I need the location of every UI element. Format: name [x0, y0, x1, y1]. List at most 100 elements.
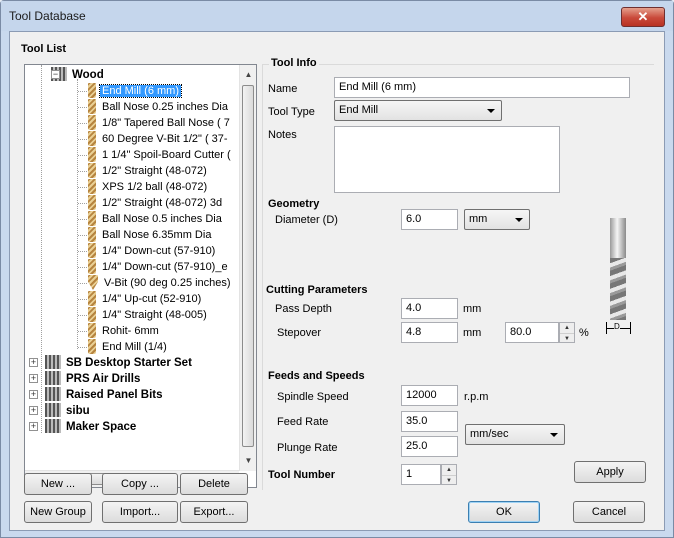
title-bar[interactable]: Tool Database ✕ — [1, 1, 673, 31]
router-bit-icon — [88, 179, 96, 194]
expand-icon[interactable]: + — [29, 422, 38, 431]
tree-guide-line — [78, 203, 87, 204]
geometry-units-select[interactable]: mm — [464, 209, 530, 230]
router-bit-icon — [88, 163, 96, 178]
expand-icon[interactable]: + — [29, 374, 38, 383]
tool-name-input[interactable]: End Mill (6 mm) — [334, 77, 630, 98]
tool-number-input[interactable]: 1 — [401, 464, 441, 485]
router-bit-icon — [88, 99, 96, 114]
tree-guide-line — [78, 155, 87, 156]
stepover-input[interactable]: 4.8 — [401, 322, 458, 343]
tool-group-icon — [45, 403, 61, 417]
tree-tool-item[interactable]: End Mill (1/4) — [88, 339, 169, 355]
tree-tool-label: 1/4" Down-cut (57-910)_e — [102, 261, 228, 273]
pass-depth-label: Pass Depth — [275, 303, 332, 315]
tree-group-item[interactable]: SB Desktop Starter Set — [45, 355, 194, 371]
router-bit-icon — [88, 83, 96, 98]
tree-group-item[interactable]: PRS Air Drills — [45, 371, 142, 387]
tree-group-label: Maker Space — [66, 421, 137, 433]
delete-tool-button[interactable]: Delete — [180, 473, 248, 495]
ok-button[interactable]: OK — [468, 501, 540, 523]
tree-guide-line — [78, 251, 87, 252]
stepover-percent-spinner[interactable]: ▲ ▼ — [559, 322, 575, 343]
diameter-input[interactable]: 6.0 — [401, 209, 458, 230]
tree-tool-item[interactable]: 1/4" Up-cut (52-910) — [88, 291, 203, 307]
tool-database-window: Tool Database ✕ Tool List Wood − End Mil… — [0, 0, 674, 538]
tree-tool-label: 1 1/4" Spoil-Board Cutter ( — [102, 149, 231, 161]
tree-tool-item[interactable]: 60 Degree V-Bit 1/2" ( 37- — [88, 131, 230, 147]
new-group-button[interactable]: New Group — [24, 501, 92, 523]
scrollbar-thumb[interactable] — [242, 85, 254, 447]
dialog-client-area: Tool List Wood − End Mill (6 mm) Ball Nos… — [9, 31, 665, 531]
apply-button[interactable]: Apply — [574, 461, 646, 483]
cutting-parameters-heading: Cutting Parameters — [266, 284, 368, 296]
tree-tool-item[interactable]: Ball Nose 6.35mm Dia — [88, 227, 213, 243]
tool-tree[interactable]: Wood − End Mill (6 mm) Ball Nose 0.25 inc… — [24, 64, 257, 488]
feed-rate-input[interactable]: 35.0 — [401, 411, 458, 432]
tree-guide-line — [78, 187, 87, 188]
tool-group-icon — [45, 371, 61, 385]
export-button[interactable]: Export... — [180, 501, 248, 523]
spin-up-icon[interactable]: ▲ — [560, 323, 574, 333]
tree-vertical-scrollbar[interactable]: ▲ ▼ — [239, 65, 256, 471]
tree-guide-line — [78, 139, 87, 140]
tree-group-label: PRS Air Drills — [66, 373, 141, 385]
copy-tool-button[interactable]: Copy ... — [102, 473, 178, 495]
router-bit-icon — [88, 243, 96, 258]
tree-group-item[interactable]: sibu — [45, 403, 92, 419]
end-mill-shank-icon — [610, 218, 626, 258]
tree-tool-item[interactable]: Ball Nose 0.5 inches Dia — [88, 211, 224, 227]
tree-group-label: Raised Panel Bits — [66, 389, 163, 401]
tree-tool-label: Ball Nose 6.35mm Dia — [102, 229, 212, 241]
expand-icon[interactable]: + — [29, 358, 38, 367]
spin-down-icon[interactable]: ▼ — [560, 333, 574, 343]
plunge-rate-label: Plunge Rate — [277, 442, 338, 454]
tree-tool-item[interactable]: Ball Nose 0.25 inches Dia — [88, 99, 230, 115]
tool-type-select[interactable]: End Mill — [334, 100, 502, 121]
feeds-speeds-heading: Feeds and Speeds — [268, 370, 365, 382]
tree-guide-line — [78, 171, 87, 172]
plunge-rate-input[interactable]: 25.0 — [401, 436, 458, 457]
collapse-icon[interactable]: − — [51, 70, 60, 79]
tree-tool-item[interactable]: Rohit- 6mm — [88, 323, 161, 339]
spindle-speed-input[interactable]: 12000 — [401, 385, 458, 406]
import-button[interactable]: Import... — [102, 501, 178, 523]
spin-down-icon[interactable]: ▼ — [442, 475, 456, 485]
chevron-down-icon — [550, 433, 558, 437]
feed-rate-label: Feed Rate — [277, 416, 329, 428]
pass-depth-input[interactable]: 4.0 — [401, 298, 458, 319]
tree-guide-line — [78, 219, 87, 220]
tree-guide-line — [78, 283, 87, 284]
tree-tool-item[interactable]: 1/4" Straight (48-005) — [88, 307, 209, 323]
tree-tool-item[interactable]: 1/4" Down-cut (57-910)_e — [88, 259, 230, 275]
expand-icon[interactable]: + — [29, 406, 38, 415]
diameter-label: Diameter (D) — [275, 214, 338, 226]
expand-icon[interactable]: + — [29, 390, 38, 399]
tree-tool-item[interactable]: 1 1/4" Spoil-Board Cutter ( — [88, 147, 233, 163]
tree-group-item[interactable]: Raised Panel Bits — [45, 387, 165, 403]
notes-textarea[interactable] — [334, 126, 560, 193]
tree-tool-label: 1/8" Tapered Ball Nose ( 7 — [102, 117, 230, 129]
tree-tool-item[interactable]: 1/8" Tapered Ball Nose ( 7 — [88, 115, 232, 131]
tool-number-spinner[interactable]: ▲ ▼ — [441, 464, 457, 485]
tree-tool-item[interactable]: XPS 1/2 ball (48-072) — [88, 179, 209, 195]
close-button[interactable]: ✕ — [621, 7, 665, 27]
stepover-percent-input[interactable]: 80.0 — [505, 322, 559, 343]
scroll-down-arrow-icon[interactable]: ▼ — [241, 453, 256, 468]
tree-tool-item[interactable]: End Mill (6 mm) — [88, 83, 183, 99]
tree-tool-item[interactable]: 1/2" Straight (48-072) 3d — [88, 195, 224, 211]
tree-tool-label: 1/4" Straight (48-005) — [102, 309, 207, 321]
rate-units-select[interactable]: mm/sec — [465, 424, 565, 445]
dimension-label: D — [614, 322, 620, 331]
tool-group-icon — [45, 387, 61, 401]
tree-tool-item[interactable]: V-Bit (90 deg 0.25 inches) — [88, 275, 233, 291]
new-tool-button[interactable]: New ... — [24, 473, 92, 495]
tree-tool-item[interactable]: 1/4" Down-cut (57-910) — [88, 243, 217, 259]
tree-group-item[interactable]: Maker Space — [45, 419, 138, 435]
tree-tool-item[interactable]: 1/2" Straight (48-072) — [88, 163, 209, 179]
spin-up-icon[interactable]: ▲ — [442, 465, 456, 475]
tree-tool-label: XPS 1/2 ball (48-072) — [102, 181, 208, 193]
router-bit-icon — [88, 323, 96, 338]
scroll-up-arrow-icon[interactable]: ▲ — [241, 67, 256, 82]
cancel-button[interactable]: Cancel — [573, 501, 645, 523]
